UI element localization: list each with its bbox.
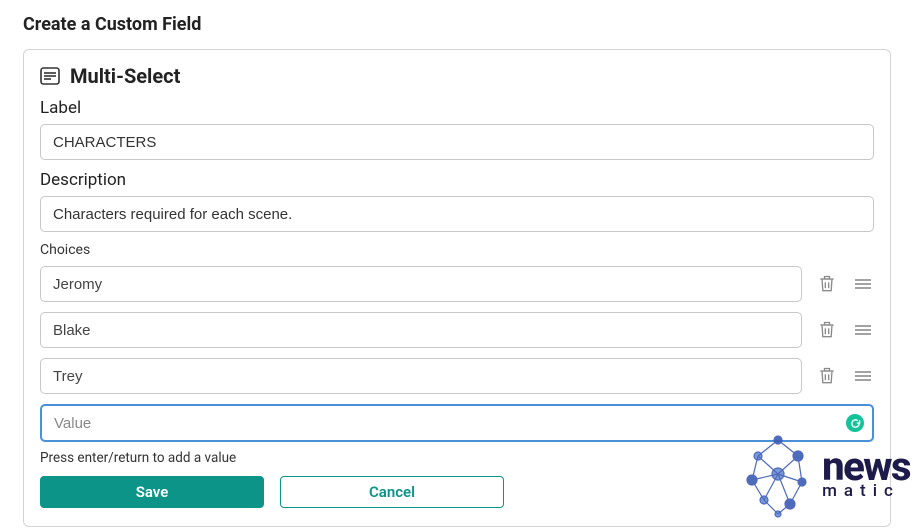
trash-icon[interactable] <box>816 273 838 295</box>
new-value-wrap <box>40 404 874 442</box>
save-button[interactable]: Save <box>40 476 264 508</box>
choice-input[interactable] <box>40 358 802 394</box>
description-input[interactable] <box>40 196 874 232</box>
choice-row <box>40 358 874 394</box>
button-row: Save Cancel <box>40 476 874 508</box>
grammarly-icon <box>846 414 864 432</box>
choice-row <box>40 266 874 302</box>
drag-handle-icon[interactable] <box>852 319 874 341</box>
label-field-label: Label <box>40 98 874 118</box>
panel-title: Multi-Select <box>70 64 180 88</box>
panel-header: Multi-Select <box>40 64 874 88</box>
custom-field-panel: Multi-Select Label Description Choices <box>23 49 891 527</box>
page-title: Create a Custom Field <box>0 0 914 49</box>
choice-input[interactable] <box>40 312 802 348</box>
multi-select-icon <box>40 67 60 85</box>
drag-handle-icon[interactable] <box>852 365 874 387</box>
helper-text: Press enter/return to add a value <box>40 450 874 466</box>
new-value-input[interactable] <box>40 404 874 442</box>
drag-handle-icon[interactable] <box>852 273 874 295</box>
cancel-button[interactable]: Cancel <box>280 476 504 508</box>
choices-label: Choices <box>40 242 874 258</box>
choice-input[interactable] <box>40 266 802 302</box>
label-input[interactable] <box>40 124 874 160</box>
choices-section: Choices <box>40 242 874 508</box>
trash-icon[interactable] <box>816 365 838 387</box>
choice-row <box>40 312 874 348</box>
trash-icon[interactable] <box>816 319 838 341</box>
description-field-label: Description <box>40 170 874 190</box>
